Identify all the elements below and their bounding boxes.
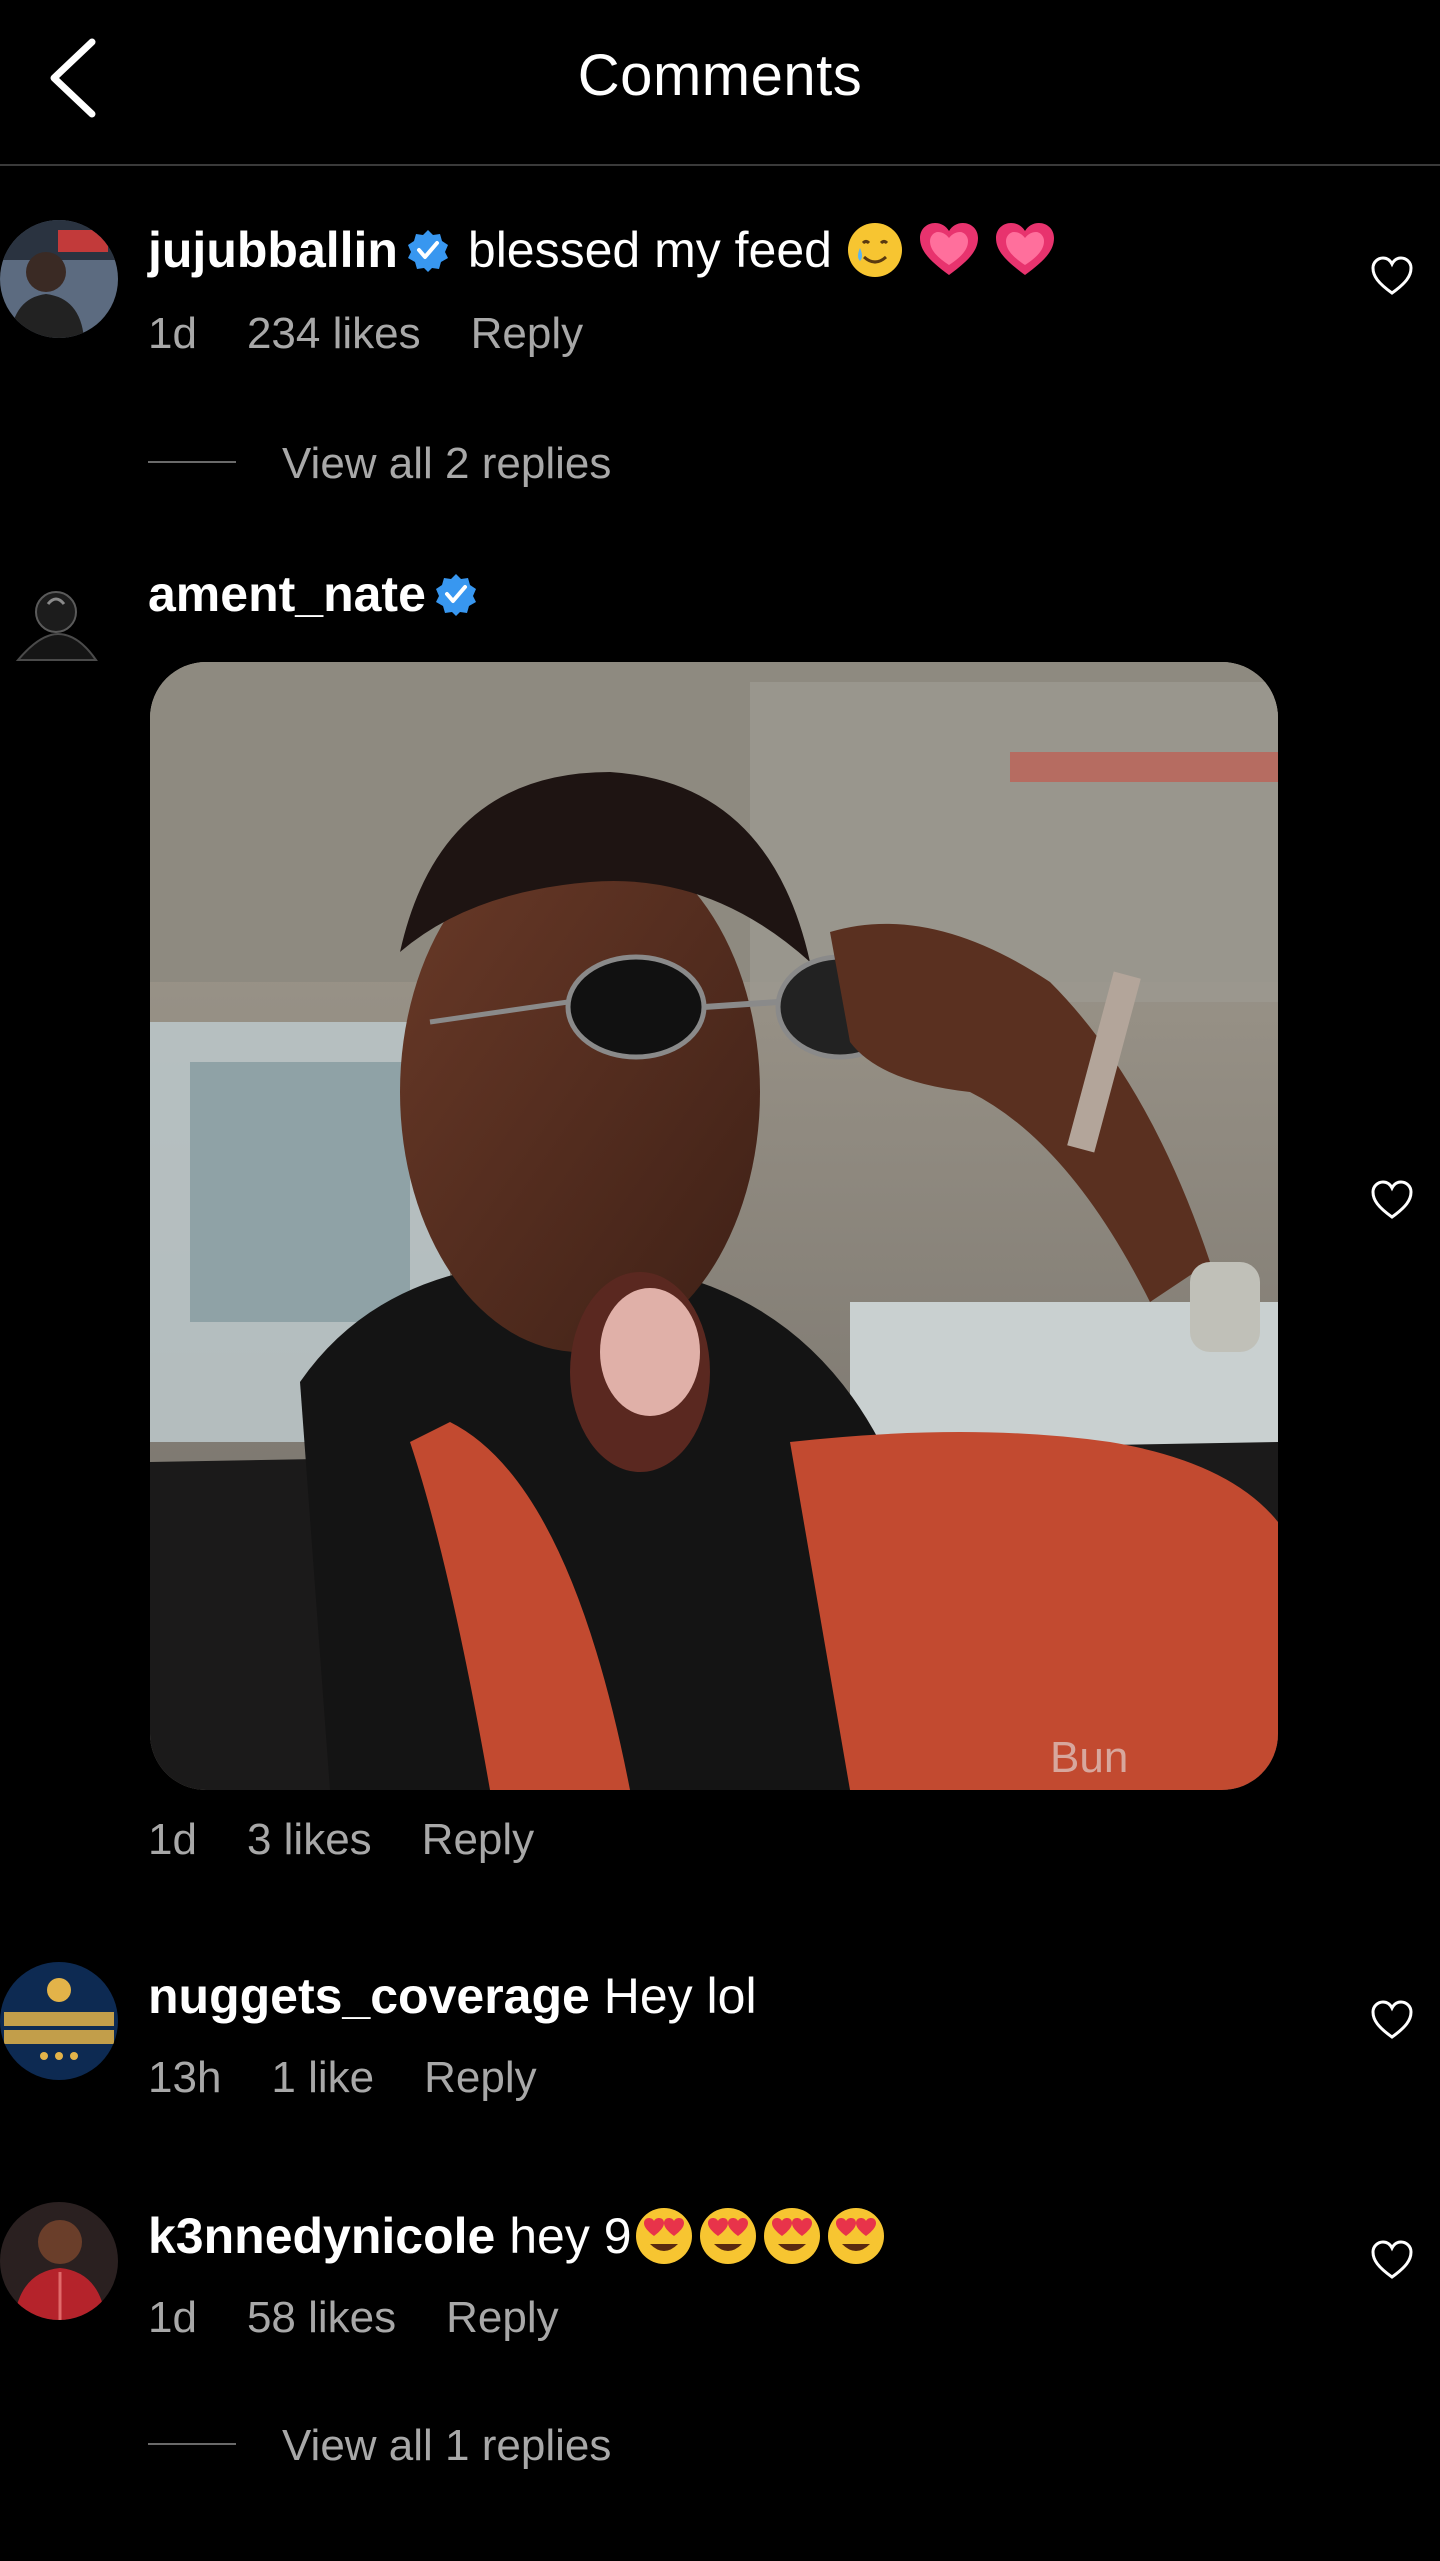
avatar[interactable] <box>0 1962 118 2080</box>
verified-badge-icon <box>407 229 448 272</box>
growing-heart-emoji <box>995 222 1054 275</box>
comment-username[interactable]: k3nnedynicole <box>148 2208 495 2264</box>
comment-time: 1d <box>148 2293 197 2342</box>
avatar[interactable] <box>0 220 118 338</box>
comment-likes[interactable]: 58 likes <box>247 2293 396 2342</box>
comment-meta: 1d 58 likes Reply <box>148 2290 609 2346</box>
comment-username[interactable]: jujubballin <box>148 222 398 278</box>
comment-text: k3nnedynicole hey 9 <box>148 2206 888 2274</box>
comment-body: blessed my feed <box>467 222 832 278</box>
comment-text: jujubballin blessed my feed <box>148 220 1056 287</box>
comments-header: Comments <box>0 0 1440 166</box>
comment-text: ament_nate <box>148 564 482 624</box>
heart-eyes-emoji <box>827 2208 884 2264</box>
comment-username[interactable]: ament_nate <box>148 566 426 622</box>
verified-badge-icon <box>435 573 476 616</box>
comment-text: nuggets_coverage Hey lol <box>148 1966 757 2026</box>
comment-username[interactable]: nuggets_coverage <box>148 1968 590 2024</box>
reply-button[interactable]: Reply <box>422 1815 535 1864</box>
comment-meta: 13h 1 like Reply <box>148 2050 587 2106</box>
avatar[interactable] <box>0 2202 118 2320</box>
heart-outline-icon[interactable] <box>1370 256 1414 296</box>
replies-divider <box>148 461 236 464</box>
view-replies-label: View all 1 replies <box>282 2421 612 2470</box>
view-replies-button[interactable]: View all 1 replies <box>148 2418 611 2474</box>
page-title: Comments <box>577 43 863 108</box>
comment-likes[interactable]: 234 likes <box>247 309 421 358</box>
view-replies-button[interactable]: View all 2 replies <box>148 436 611 492</box>
svg-text:Bun: Bun <box>1050 1733 1128 1782</box>
view-replies-label: View all 2 replies <box>282 439 612 488</box>
heart-outline-icon[interactable] <box>1370 2240 1414 2280</box>
comment-meta: 1d 234 likes Reply <box>148 306 633 362</box>
comment-meta: 1d 3 likes Reply <box>148 1812 584 1868</box>
reply-button[interactable]: Reply <box>424 2053 537 2102</box>
comment-likes[interactable]: 1 like <box>271 2053 374 2102</box>
heart-eyes-emoji <box>763 2208 820 2264</box>
comment-time: 13h <box>148 2053 222 2102</box>
smiling-face-with-tear-emoji <box>847 222 902 277</box>
comment-body: Hey lol <box>603 1968 757 2024</box>
comment-time: 1d <box>148 309 197 358</box>
comment-time: 1d <box>148 1815 197 1864</box>
heart-eyes-emoji <box>699 2208 756 2264</box>
replies-divider <box>148 2443 236 2446</box>
heart-outline-icon[interactable] <box>1370 2000 1414 2040</box>
avatar[interactable] <box>0 564 118 682</box>
gif-image[interactable]: Bun <box>150 662 1278 1790</box>
heart-outline-icon[interactable] <box>1370 1180 1414 1220</box>
reply-button[interactable]: Reply <box>471 309 584 358</box>
comment-body: hey 9 <box>509 2208 632 2265</box>
reply-button[interactable]: Reply <box>446 2293 559 2342</box>
heart-eyes-emoji <box>635 2208 692 2264</box>
comment-likes[interactable]: 3 likes <box>247 1815 372 1864</box>
growing-heart-emoji <box>919 222 978 275</box>
